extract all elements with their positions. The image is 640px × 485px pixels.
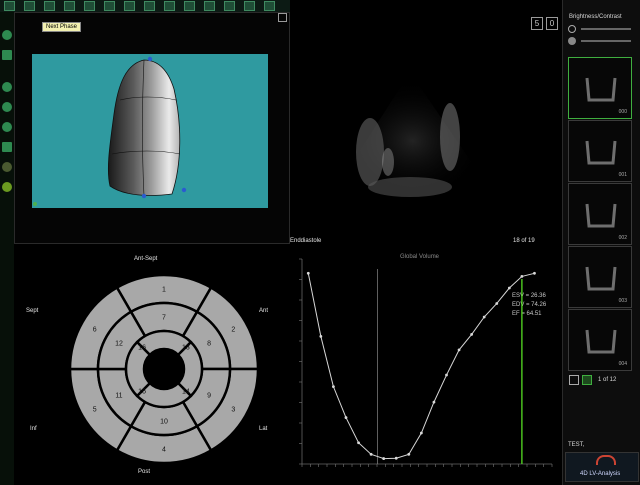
segment-label-11: 11	[115, 393, 122, 400]
btn-s[interactable]: 5	[531, 17, 543, 30]
thumbnail-label: 003	[618, 298, 627, 304]
segment-label-7: 7	[162, 315, 166, 322]
toolbar-button[interactable]	[264, 1, 275, 11]
segment-label-10: 10	[160, 419, 168, 426]
ultrasound-image	[340, 72, 485, 197]
segment-label-16: 16	[138, 345, 146, 352]
brightness-icon	[568, 25, 576, 33]
volume-point	[394, 456, 398, 460]
rail-tool-icon[interactable]	[2, 102, 12, 112]
segment-label-6: 6	[93, 327, 97, 334]
toolbar-button[interactable]	[204, 1, 215, 11]
toolbar-button[interactable]	[184, 1, 195, 11]
loop-icon[interactable]	[582, 375, 592, 385]
test-label: TEST,	[568, 442, 585, 448]
lv-3d-viewport[interactable]	[32, 54, 268, 208]
volume-point	[357, 441, 360, 445]
warning-icon[interactable]	[2, 182, 12, 192]
global-volume-graph: Global Volume ESV = 26.36 EDV = 74.26 EF…	[290, 244, 562, 485]
maximize-button[interactable]	[278, 13, 287, 22]
volume-point	[319, 334, 323, 338]
volume-point	[407, 452, 411, 456]
bullseye-plot: 12345678910111213141516	[68, 273, 260, 465]
volume-point	[445, 373, 448, 377]
volume-point	[432, 400, 436, 404]
frame-thumbnail[interactable]: 001	[568, 120, 632, 182]
segment-label-2: 2	[231, 327, 235, 334]
btn-o[interactable]: 0	[546, 17, 558, 30]
lv-3d-model	[33, 56, 187, 206]
brightness-contrast-title: Brightness/Contrast	[569, 14, 622, 20]
left-tool-rail	[0, 12, 14, 485]
volume-point	[419, 431, 423, 435]
segment-label-5: 5	[93, 407, 97, 414]
echo-image-panel[interactable]: 5 0	[290, 12, 562, 244]
right-panel: Brightness/Contrast 000 001 002 003 004 1 of…	[562, 0, 640, 485]
brand-label: 4D LV-Analysis	[580, 471, 621, 477]
segment-label-3: 3	[231, 407, 235, 414]
play-icon[interactable]	[569, 375, 579, 385]
volume-point	[344, 416, 348, 419]
segment-label-14: 14	[182, 388, 190, 395]
brand-logo: 4D LV-Analysis	[565, 452, 639, 482]
volume-point	[507, 286, 511, 290]
rail-tool-icon[interactable]	[2, 142, 12, 152]
thumbnail-label: 000	[618, 109, 627, 115]
volume-curve	[307, 272, 535, 460]
segment-label-13: 13	[182, 345, 190, 352]
volume-point	[470, 333, 474, 336]
rail-tool-icon[interactable]	[2, 50, 12, 60]
volume-point	[306, 271, 310, 275]
segment-label-12: 12	[115, 341, 123, 348]
toolbar-button[interactable]	[164, 1, 175, 11]
volume-point	[382, 457, 386, 460]
frame-thumbnail[interactable]: 000	[568, 57, 632, 119]
segment-label-15: 15	[138, 388, 146, 395]
rail-tool-icon[interactable]	[2, 30, 12, 40]
volume-point	[495, 302, 499, 305]
toolbar-button[interactable]	[24, 1, 35, 11]
rail-tool-icon[interactable]	[2, 122, 12, 132]
toolbar-button[interactable]	[144, 1, 155, 11]
toolbar-button[interactable]	[4, 1, 15, 11]
volume-point	[369, 452, 373, 456]
frame-thumbnail[interactable]: 004	[568, 309, 632, 371]
segment-label-9: 9	[207, 393, 211, 400]
page-indicator: 1 of 12	[598, 377, 617, 383]
volume-point	[482, 315, 486, 319]
segment-label-4: 4	[162, 447, 166, 454]
thumbnail-label: 002	[618, 235, 627, 241]
toolbar-button[interactable]	[104, 1, 115, 11]
rail-tool-icon[interactable]	[2, 162, 12, 172]
frame-thumbnail[interactable]: 003	[568, 246, 632, 308]
toolbar-button[interactable]	[124, 1, 135, 11]
toolbar-button[interactable]	[84, 1, 95, 11]
frame-thumbnail[interactable]: 002	[568, 183, 632, 245]
graph-canvas	[299, 258, 553, 467]
segment-label-1: 1	[162, 287, 166, 294]
thumbnail-label: 004	[618, 361, 627, 367]
volume-point	[457, 348, 461, 352]
bullseye-panel: Ant-Sept Sept Ant Inf Lat Post 123456789…	[14, 244, 290, 485]
next-phase-tooltip: Next Phase	[42, 22, 82, 32]
toolbar-button[interactable]	[44, 1, 55, 11]
contrast-slider[interactable]	[581, 40, 631, 42]
segment-label-8: 8	[207, 341, 211, 348]
toolbar-button[interactable]	[224, 1, 235, 11]
toolbar-button[interactable]	[244, 1, 255, 11]
volume-point	[332, 385, 335, 389]
contrast-icon	[568, 37, 576, 45]
volume-point	[520, 275, 524, 278]
thumbnail-label: 001	[618, 172, 627, 178]
toolbar-button[interactable]	[64, 1, 75, 11]
brightness-slider[interactable]	[581, 28, 631, 30]
volume-point	[533, 271, 536, 275]
rail-tool-icon[interactable]	[2, 82, 12, 92]
heart-logo-icon	[596, 455, 616, 465]
